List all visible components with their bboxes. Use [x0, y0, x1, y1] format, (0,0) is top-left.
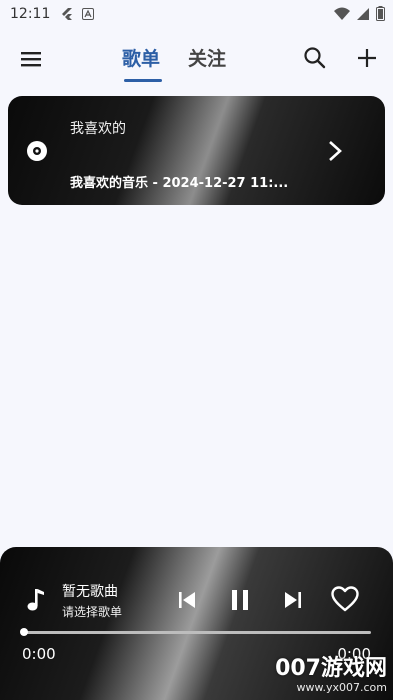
tab-active-indicator [124, 79, 162, 82]
status-left-icons [60, 7, 95, 21]
a-badge-icon [82, 8, 95, 20]
status-time: 12:11 [10, 6, 51, 22]
heart-outline-icon[interactable] [330, 585, 360, 613]
chevron-right-icon[interactable] [324, 139, 346, 163]
battery-icon [376, 6, 385, 21]
pause-icon[interactable] [228, 587, 252, 613]
playlist-title: 我喜欢的 [70, 121, 126, 137]
status-bar: 12:11 [0, 0, 393, 28]
signal-icon [357, 7, 369, 20]
tab-follow[interactable]: 关注 [188, 44, 226, 71]
skip-next-icon[interactable] [282, 589, 304, 611]
watermark: 007游戏网 www.yx007.com [275, 656, 387, 695]
progress-slider[interactable] [20, 628, 371, 636]
menu-icon[interactable] [18, 46, 44, 72]
song-title: 暂无歌曲 [62, 584, 118, 600]
song-subtitle: 请选择歌单 [62, 605, 123, 619]
disc-icon [27, 141, 47, 161]
watermark-url: www.yx007.com [296, 681, 387, 694]
mini-player: 暂无歌曲 请选择歌单 0:00 0:00 007游戏网 www.yx007.co… [0, 547, 393, 700]
flutter-icon [62, 8, 73, 20]
music-note-icon [27, 589, 44, 611]
status-right-icons [334, 6, 385, 21]
app-bar: 歌单 关注 [0, 36, 393, 84]
current-time: 0:00 [22, 645, 56, 663]
add-icon[interactable] [354, 45, 380, 71]
playlist-subtitle: 我喜欢的音乐 - 2024-12-27 11:... [70, 176, 289, 191]
progress-thumb[interactable] [20, 628, 28, 636]
tab-playlist[interactable]: 歌单 [122, 44, 160, 71]
playlist-card-favorites[interactable]: 我喜欢的 我喜欢的音乐 - 2024-12-27 11:... [8, 96, 385, 205]
wifi-icon [334, 7, 350, 20]
watermark-logo: 007游戏网 [275, 656, 387, 681]
skip-previous-icon[interactable] [176, 589, 198, 611]
search-icon[interactable] [302, 45, 328, 71]
